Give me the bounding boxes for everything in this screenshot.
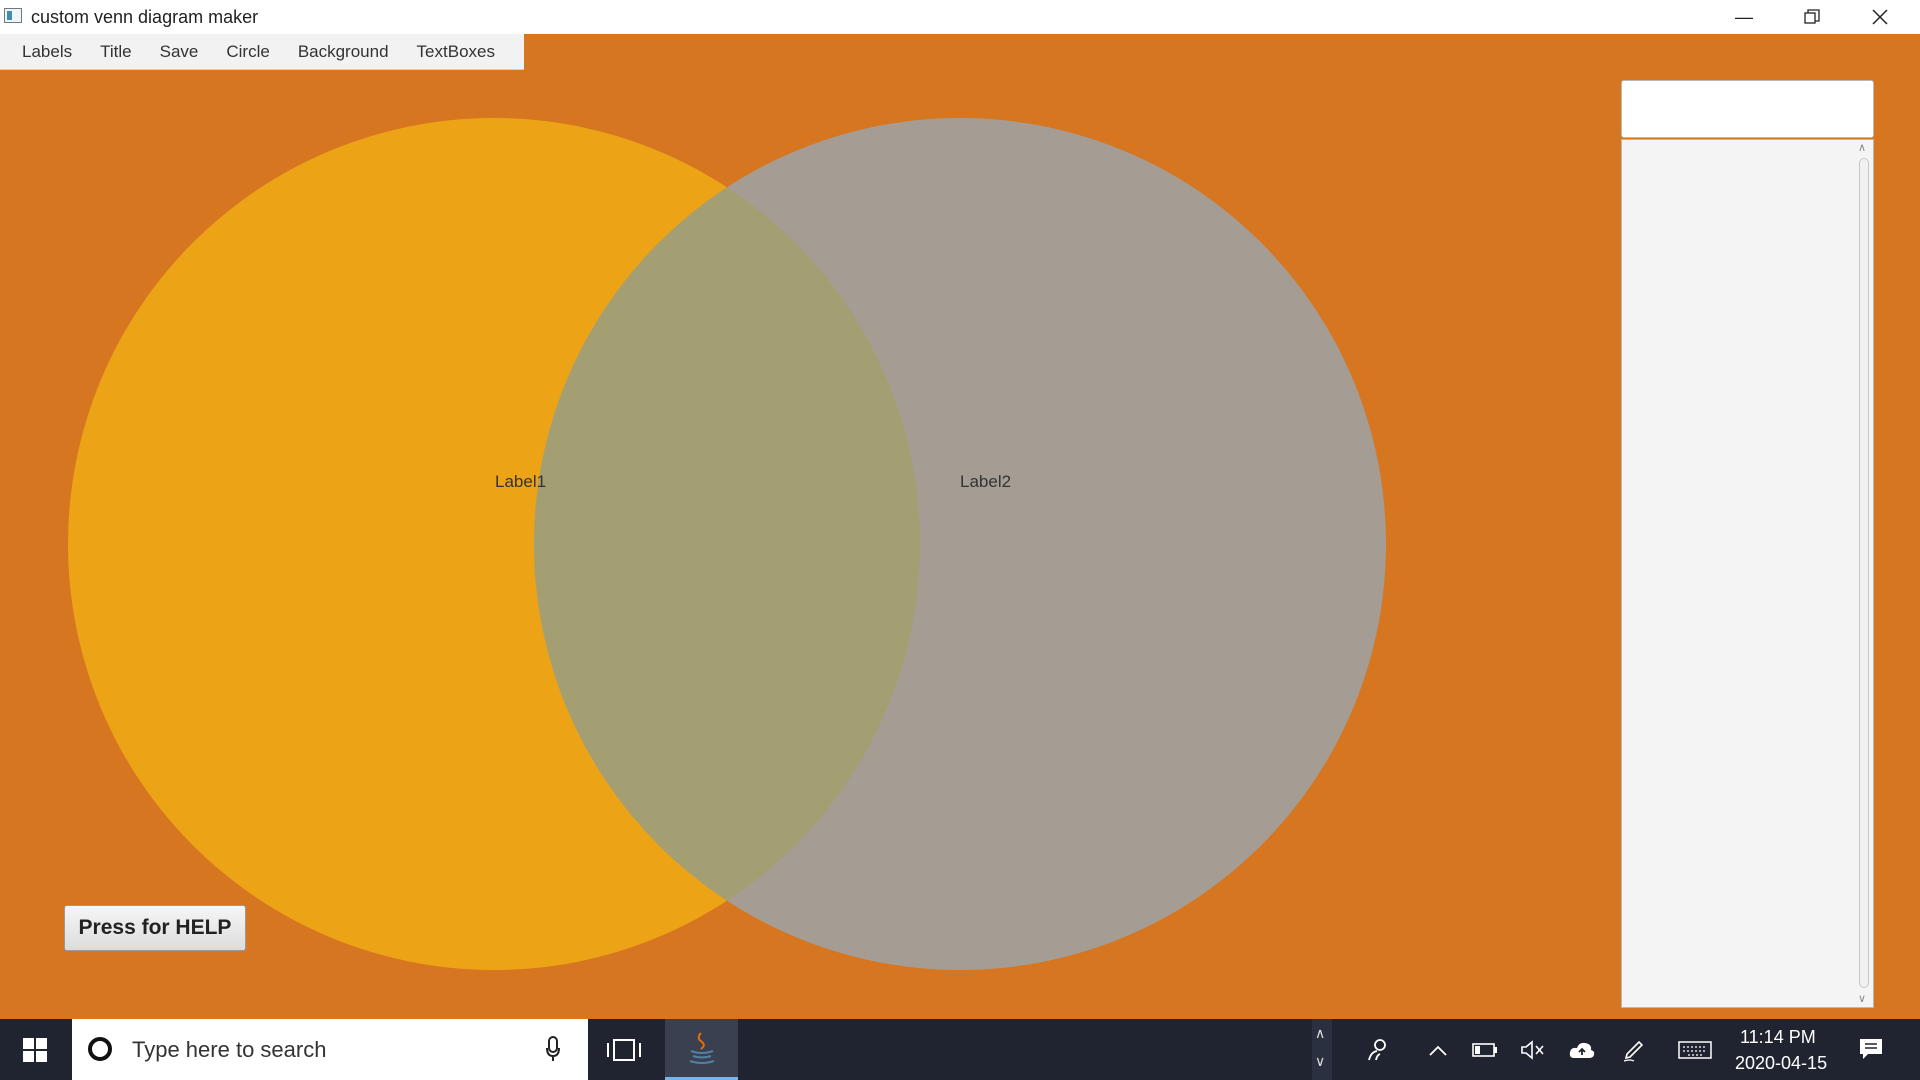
search-placeholder: Type here to search — [132, 1037, 327, 1062]
tray-scroll[interactable]: ∧ ∨ — [1312, 1019, 1332, 1080]
vertical-scrollbar[interactable]: ∧ ∨ — [1855, 140, 1873, 1007]
clock-date[interactable]: 2020-04-15 — [1735, 1053, 1827, 1074]
start-button[interactable] — [0, 1019, 70, 1080]
restore-button[interactable] — [1778, 0, 1846, 34]
menu-title[interactable]: Title — [86, 34, 146, 69]
minimize-icon: — — [1735, 6, 1753, 27]
clock-time[interactable]: 11:14 PM — [1740, 1027, 1816, 1048]
help-button[interactable]: Press for HELP — [64, 905, 246, 951]
windows-logo-icon — [23, 1037, 47, 1062]
venn-diagram — [68, 118, 1386, 970]
people-icon[interactable] — [1366, 1037, 1390, 1063]
side-text-input[interactable] — [1621, 80, 1874, 138]
close-button[interactable] — [1846, 0, 1914, 34]
title-bar: custom venn diagram maker — — [0, 0, 1920, 34]
microphone-icon[interactable] — [546, 1036, 560, 1062]
java-app-taskbar-button[interactable] — [665, 1019, 738, 1080]
notification-icon[interactable] — [1858, 1037, 1884, 1061]
battery-icon[interactable] — [1472, 1037, 1498, 1063]
chevron-up-icon[interactable] — [1426, 1037, 1450, 1063]
taskbar-search[interactable]: Type here to search — [72, 1019, 588, 1080]
tray-up-icon[interactable]: ∧ — [1315, 1025, 1325, 1042]
scroll-down-icon[interactable]: ∨ — [1858, 993, 1866, 1005]
scroll-thumb[interactable] — [1859, 158, 1869, 988]
minimize-button[interactable]: — — [1710, 0, 1778, 34]
menu-save[interactable]: Save — [146, 34, 213, 69]
keyboard-icon[interactable] — [1678, 1037, 1712, 1063]
java-icon — [689, 1032, 714, 1064]
window-title: custom venn diagram maker — [31, 7, 259, 27]
close-icon — [1872, 9, 1888, 25]
menu-circle[interactable]: Circle — [212, 34, 283, 69]
task-view-icon[interactable] — [606, 1037, 642, 1063]
app-icon — [4, 8, 22, 23]
menu-bar: Labels Title Save Circle Background Text… — [0, 34, 524, 70]
circle-1-label[interactable]: Label1 — [495, 472, 546, 492]
cloud-upload-icon[interactable] — [1568, 1037, 1596, 1063]
side-list[interactable]: ∧ ∨ — [1621, 139, 1874, 1008]
menu-textboxes[interactable]: TextBoxes — [403, 34, 509, 69]
menu-labels[interactable]: Labels — [0, 34, 86, 69]
restore-icon — [1804, 9, 1820, 24]
scroll-up-icon[interactable]: ∧ — [1858, 142, 1866, 154]
volume-muted-icon[interactable] — [1520, 1037, 1546, 1063]
tray-down-icon[interactable]: ∨ — [1315, 1053, 1325, 1070]
pen-icon[interactable] — [1622, 1037, 1646, 1063]
cortana-icon — [88, 1037, 112, 1061]
menu-background[interactable]: Background — [284, 34, 403, 69]
taskbar: Type here to search ∧ ∨ 11:14 PM 2020-04… — [0, 1019, 1920, 1080]
circle-2-label[interactable]: Label2 — [960, 472, 1011, 492]
